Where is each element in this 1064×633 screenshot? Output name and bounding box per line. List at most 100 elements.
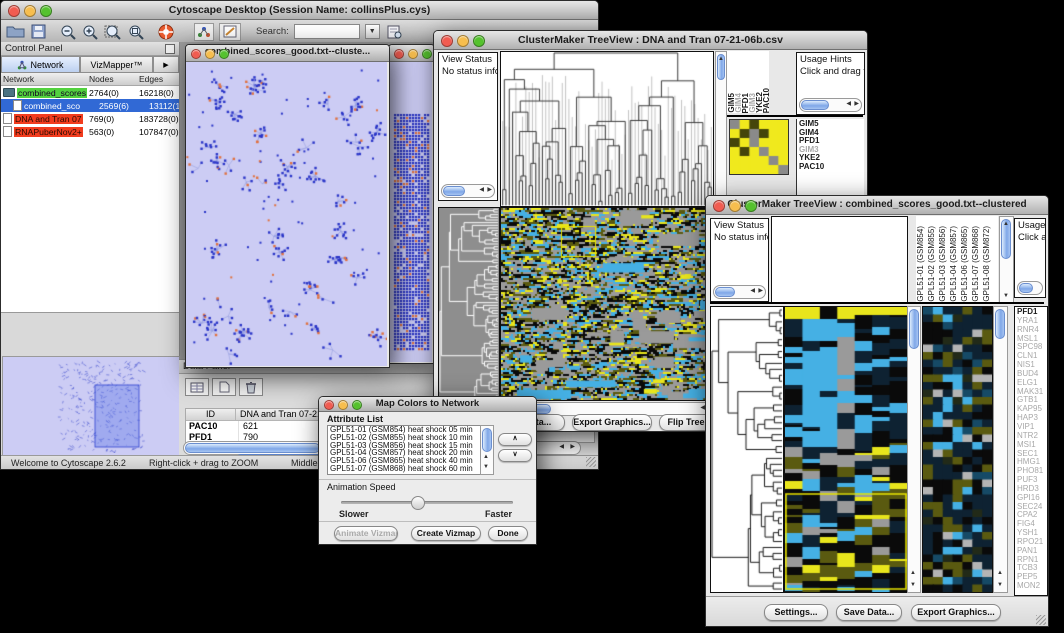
attribute-list[interactable]: GPL51-01 (GSM854) heat shock 05 minGPL51… <box>327 425 481 475</box>
animate-vizmap-button[interactable]: Animate Vizmap <box>334 526 398 541</box>
tv1-heatmap-canvas[interactable] <box>500 207 714 401</box>
new-attribute-icon[interactable] <box>212 378 236 396</box>
tv1-row-dendrogram-canvas[interactable] <box>438 207 500 401</box>
attribute-grid-icon[interactable] <box>185 378 209 396</box>
zoom-button[interactable] <box>352 400 362 410</box>
save-icon[interactable] <box>31 24 47 40</box>
network-window-2-titlebar[interactable] <box>389 45 434 62</box>
float-icon[interactable] <box>165 44 175 54</box>
zoom-button[interactable] <box>745 200 757 212</box>
tv2-status-scrollbar[interactable]: ◀▶ <box>713 285 766 299</box>
annotation-icon[interactable] <box>219 23 241 41</box>
main-titlebar[interactable]: Cytoscape Desktop (Session Name: collins… <box>1 1 598 20</box>
network-window-1-titlebar[interactable]: combined_scores_good.txt--cluste... <box>186 45 389 62</box>
tv1-hints-scrollbar[interactable]: ◀▶ <box>799 98 862 112</box>
close-button[interactable] <box>713 200 725 212</box>
scroll-up-arrow[interactable]: ▲ <box>1003 219 1009 229</box>
tv1-status-scrollbar[interactable]: ◀▶ <box>441 184 495 198</box>
zoom-button[interactable] <box>473 35 485 47</box>
scroll-left-arrow[interactable]: ◀ <box>846 99 851 109</box>
network-window-1[interactable]: combined_scores_good.txt--cluste... <box>185 44 390 368</box>
attribute-item[interactable]: GPL51-07 (GSM868) heat shock 60 min <box>328 465 480 473</box>
zoom-button[interactable] <box>422 49 432 59</box>
zoom-selected-icon[interactable] <box>127 24 145 40</box>
network-row[interactable]: RNAPuberNov2+563(0)107847(0) <box>1 125 179 138</box>
tv1-gene-item[interactable]: PAC10 <box>797 163 864 172</box>
vizmapper-icon[interactable] <box>194 23 214 41</box>
network-window-2[interactable] <box>388 44 435 364</box>
minimize-button[interactable] <box>729 200 741 212</box>
scroll-right-arrow[interactable]: ▶ <box>487 185 492 195</box>
tab-network[interactable]: Network <box>1 56 80 72</box>
close-button[interactable] <box>8 5 20 17</box>
scroll-up-arrow[interactable]: ▲ <box>718 54 724 64</box>
help-lifebuoy-icon[interactable] <box>158 24 175 40</box>
close-button[interactable] <box>191 49 201 59</box>
scroll-left-arrow[interactable]: ◀ <box>559 442 564 452</box>
tv2-settings-button[interactable]: Settings... <box>764 604 828 621</box>
scroll-down-arrow[interactable]: ▼ <box>1003 291 1009 301</box>
tv1-export-graphics-button[interactable]: Export Graphics... <box>572 414 652 431</box>
tv2-save-data-button[interactable]: Save Data... <box>836 604 902 621</box>
close-button[interactable] <box>324 400 334 410</box>
tv2-resize-grip[interactable] <box>1036 615 1046 625</box>
scroll-down-arrow[interactable]: ▼ <box>910 580 916 590</box>
tv2-row-dendrogram-canvas[interactable] <box>710 306 784 593</box>
tab-overflow-arrow[interactable]: ▶ <box>153 56 179 72</box>
tv2-gene-item[interactable]: MON2 <box>1015 582 1047 591</box>
tv2-export-graphics-button[interactable]: Export Graphics... <box>911 604 1001 621</box>
close-button[interactable] <box>441 35 453 47</box>
scroll-down-arrow[interactable]: ▼ <box>997 580 1003 590</box>
open-folder-icon[interactable] <box>6 24 26 40</box>
minimize-button[interactable] <box>408 49 418 59</box>
move-down-button[interactable]: ∨ <box>498 449 532 462</box>
scroll-up-arrow[interactable]: ▲ <box>910 568 916 578</box>
network-row[interactable]: combined_sco2569(6)13112(15) <box>1 99 179 112</box>
scroll-right-arrow[interactable]: ▶ <box>758 286 763 296</box>
zoom-out-icon[interactable] <box>60 24 77 40</box>
tv2-zoom-heatmap-canvas[interactable] <box>922 306 993 593</box>
dialog-titlebar[interactable]: Map Colors to Network <box>319 397 536 412</box>
scroll-left-arrow[interactable]: ◀ <box>479 185 484 195</box>
scroll-up-arrow[interactable]: ▲ <box>483 452 489 462</box>
move-up-button[interactable]: ∧ <box>498 433 532 446</box>
done-button[interactable]: Done <box>488 526 528 541</box>
tab-vizmapper[interactable]: VizMapper™ <box>80 56 153 72</box>
zoom-in-icon[interactable] <box>82 24 99 40</box>
scroll-right-arrow[interactable]: ▶ <box>854 99 859 109</box>
minimize-button[interactable] <box>205 49 215 59</box>
animation-slider-thumb[interactable] <box>411 496 425 510</box>
tv1-yellow-matrix-canvas[interactable] <box>729 119 789 175</box>
animation-slider-track[interactable] <box>341 501 513 504</box>
network-row[interactable]: combined_scores2764(0)16218(0) <box>1 86 179 99</box>
close-button[interactable] <box>394 49 404 59</box>
tv2-heatmap-vscrollbar[interactable]: ▲▼ <box>907 306 921 593</box>
scroll-right-arrow[interactable]: ▶ <box>570 442 575 452</box>
main-resize-grip[interactable] <box>586 457 596 467</box>
zoom-button[interactable] <box>40 5 52 17</box>
attribute-list-vscrollbar[interactable]: ▲▼ <box>480 425 494 475</box>
net-scatter-canvas[interactable] <box>186 62 387 366</box>
zoom-button[interactable] <box>219 49 229 59</box>
tv2-heatmap-canvas[interactable] <box>784 306 908 593</box>
tv1-column-dendrogram-canvas[interactable] <box>500 51 714 207</box>
scroll-down-arrow[interactable]: ▼ <box>483 462 489 472</box>
tv1-mid-vscrollbar[interactable]: ▲▼ <box>715 51 727 209</box>
tv2-zoom-vscrollbar[interactable]: ▲▼ <box>993 306 1008 593</box>
index-icon[interactable] <box>387 24 403 40</box>
search-dropdown-button[interactable]: ▼ <box>365 24 380 39</box>
network-row[interactable]: DNA and Tran 07769(0)183728(0) <box>1 112 179 125</box>
minimize-button[interactable] <box>24 5 36 17</box>
minimize-button[interactable] <box>457 35 469 47</box>
create-vizmap-button[interactable]: Create Vizmap <box>411 526 481 541</box>
tv2-labels-vscrollbar[interactable]: ▲▼ <box>999 216 1014 304</box>
zoom-fit-icon[interactable] <box>104 24 122 40</box>
scroll-left-arrow[interactable]: ◀ <box>750 286 755 296</box>
search-input[interactable] <box>294 24 360 39</box>
tv2-hints-scrollbar[interactable] <box>1017 281 1043 295</box>
delete-attribute-icon[interactable] <box>239 378 263 396</box>
scroll-up-arrow[interactable]: ▲ <box>997 568 1003 578</box>
network-overview[interactable] <box>2 356 180 456</box>
treeview1-titlebar[interactable]: ClusterMaker TreeView : DNA and Tran 07-… <box>434 31 867 50</box>
minimize-button[interactable] <box>338 400 348 410</box>
